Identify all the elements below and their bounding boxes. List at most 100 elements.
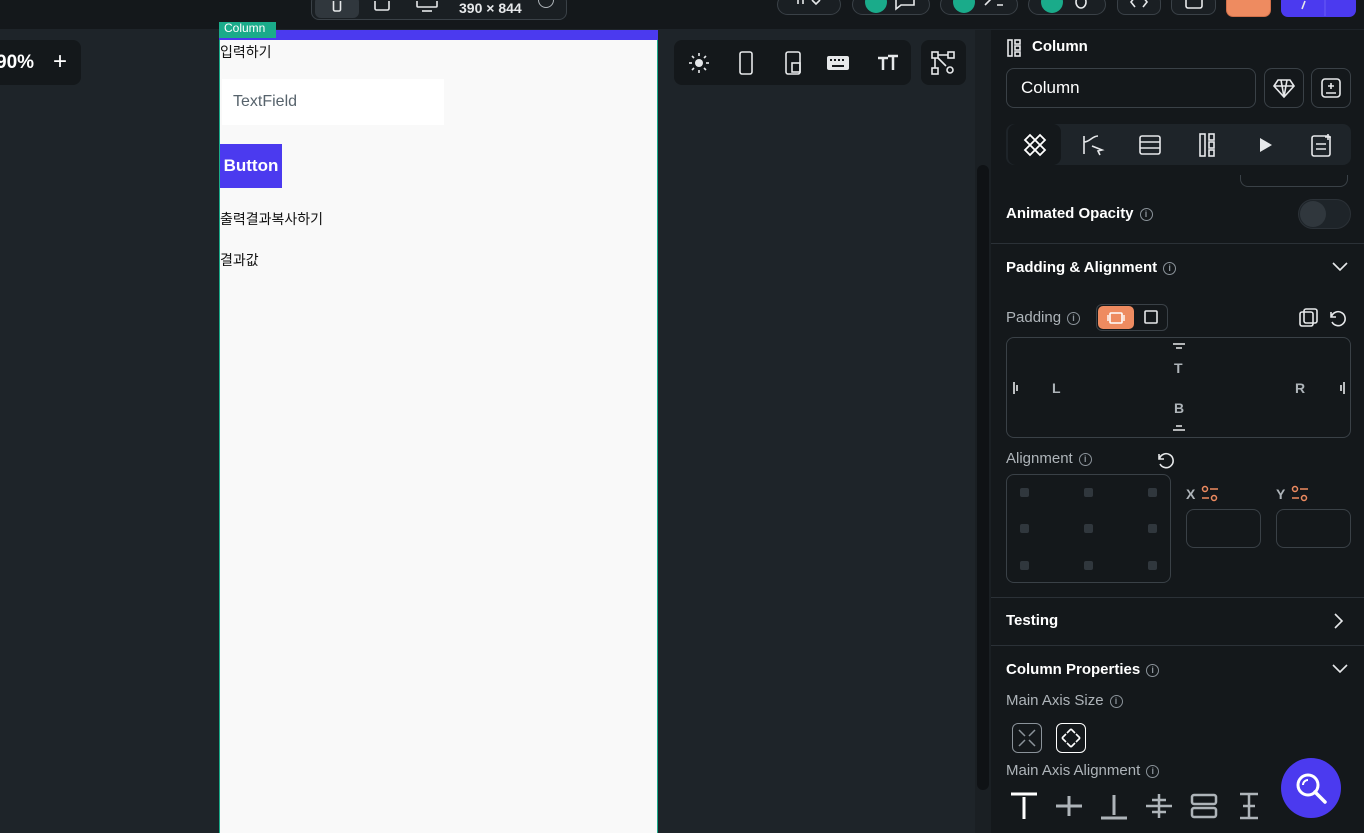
phone-device-button[interactable] [315,0,359,18]
chevron-down-icon [797,0,821,5]
info-icon[interactable]: i [1139,207,1153,221]
align-bottom-center[interactable] [1084,561,1093,570]
actions-icon [1082,134,1105,155]
zoom-in-button[interactable]: + [53,50,67,74]
lightning-icon [1301,0,1326,16]
window-icon [1184,0,1203,9]
zoom-level[interactable]: 90% [0,52,34,74]
desktop-icon [416,1,438,12]
tab-animation[interactable] [1236,124,1293,165]
main-axis-max-button[interactable] [1056,723,1086,753]
tab-actions[interactable] [1064,124,1121,165]
share-button[interactable] [1226,0,1271,17]
info-icon[interactable]: i [1146,764,1160,778]
notes-icon [1310,133,1331,157]
widget-name-input[interactable]: Column [1006,68,1256,108]
textfield[interactable]: TextField [222,79,444,125]
space-between-button[interactable] [1143,790,1175,822]
info-icon[interactable]: i [1146,663,1160,677]
canvas-dimensions[interactable]: 390 × 844 [459,0,522,16]
chevron-down-icon[interactable] [1330,661,1350,677]
tab-properties[interactable] [1008,124,1061,165]
padding-individual-button[interactable] [1098,306,1134,329]
text-size-icon[interactable] [875,50,901,76]
widget-tree-icon[interactable] [930,50,956,76]
user-avatar [1041,0,1063,13]
tab-layout[interactable] [1178,124,1235,165]
info-icon[interactable]: i [1067,311,1081,325]
selection-bar [219,30,658,40]
align-start-button[interactable] [1008,790,1040,822]
divider [991,597,1364,598]
slider-settings-icon[interactable] [1200,485,1220,503]
preview-button[interactable] [1171,0,1216,15]
main-axis-min-button[interactable] [1012,723,1042,753]
align-x-input[interactable] [1186,509,1261,548]
undo-redo-button[interactable] [777,0,841,15]
reset-icon[interactable] [1327,308,1347,328]
padding-bottom-label[interactable]: B [1174,400,1184,416]
space-evenly-button[interactable] [1233,790,1265,822]
button-widget[interactable]: Button [220,144,282,188]
add-widget-icon [1321,78,1341,98]
collaborator-comment[interactable] [852,0,930,15]
divider [991,645,1364,646]
tab-notes[interactable] [1293,124,1350,165]
align-center-button[interactable] [1053,790,1085,822]
tablet-icon [374,1,390,11]
padding-right-label[interactable]: R [1295,380,1305,396]
device-frame[interactable] [219,30,658,833]
info-icon[interactable]: i [1163,261,1177,275]
chevron-down-icon[interactable] [1330,259,1350,275]
align-bottom-right[interactable] [1148,561,1157,570]
testing-title[interactable]: Testing [1006,612,1058,629]
expand-icon [1061,728,1081,748]
padding-right-icon [1340,382,1345,394]
align-y-input[interactable] [1276,509,1351,548]
keyboard-icon[interactable] [825,50,851,76]
space-between-icon [1146,794,1172,818]
collaborator-edit[interactable] [940,0,1018,15]
code-button[interactable] [1117,0,1161,15]
align-top-right[interactable] [1148,488,1157,497]
tab-backend[interactable] [1121,124,1178,165]
align-end-button[interactable] [1098,790,1130,822]
desktop-device-button[interactable] [405,0,449,18]
align-center-right[interactable] [1148,524,1157,533]
scrollbar-thumb[interactable] [977,165,989,790]
slider-settings-icon[interactable] [1290,485,1310,503]
hidden-field[interactable] [1240,175,1348,187]
chevron-right-icon[interactable] [1330,612,1346,630]
align-center-left[interactable] [1020,524,1029,533]
align-top-left[interactable] [1020,488,1029,497]
copy-icon[interactable] [1297,307,1319,329]
tablet-device-button[interactable] [360,0,404,18]
add-component-button[interactable] [1311,68,1351,108]
padding-alignment-title: Padding & Alignment i [1006,259,1177,276]
reset-icon[interactable] [1155,450,1175,470]
result-label[interactable]: 결과값 [220,250,259,270]
align-center[interactable] [1084,524,1093,533]
sun-icon[interactable] [686,50,712,76]
phone-icon[interactable] [733,50,759,76]
collaborator-debug[interactable] [1028,0,1106,15]
copy-result-label[interactable]: 출력결과복사하기 [220,209,323,229]
run-button[interactable] [1281,0,1356,17]
gem-button[interactable] [1264,68,1304,108]
space-evenly-icon [1240,792,1258,820]
search-icon [1296,773,1327,804]
space-around-icon [1190,793,1218,819]
divider [991,243,1364,244]
tablet-settings-icon[interactable] [781,50,807,76]
padding-uniform-icon[interactable] [1143,309,1159,325]
padding-top-label[interactable]: T [1174,360,1183,376]
align-top-center[interactable] [1084,488,1093,497]
space-around-button[interactable] [1188,790,1220,822]
search-fab[interactable] [1281,758,1341,818]
info-icon[interactable]: i [1109,694,1123,708]
input-label[interactable]: 입력하기 [220,42,272,62]
panel-title: Column [1032,38,1088,55]
padding-left-label[interactable]: L [1052,380,1061,396]
align-bottom-left[interactable] [1020,561,1029,570]
info-icon[interactable]: i [1078,452,1092,466]
